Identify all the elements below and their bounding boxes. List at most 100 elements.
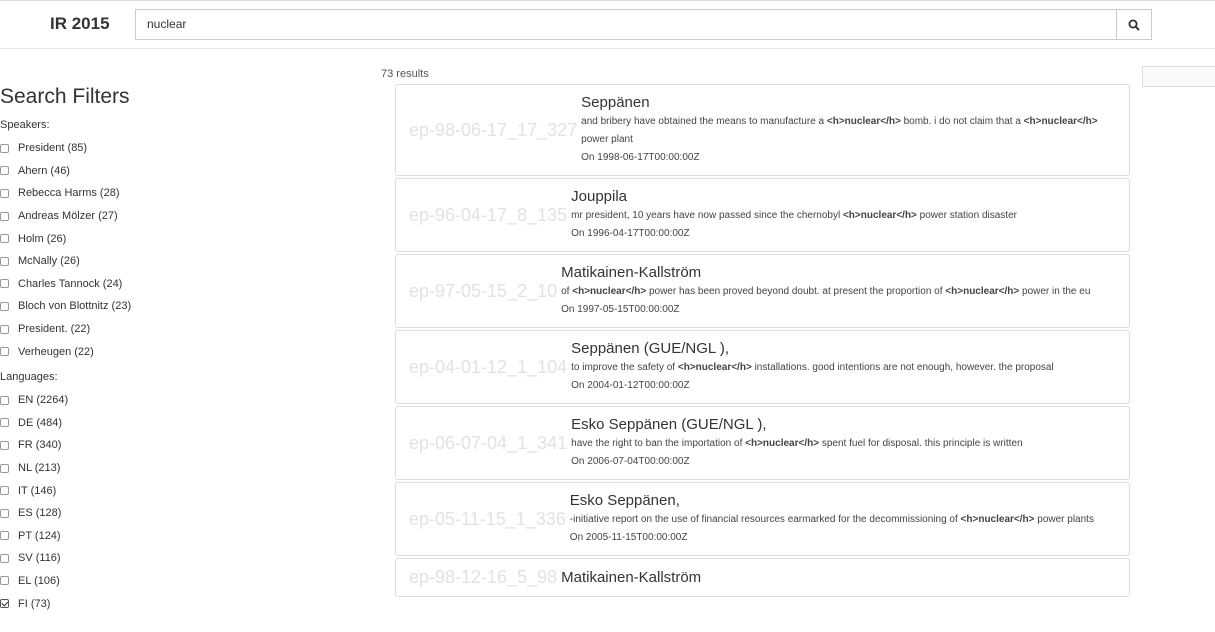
language-filter-label: SV (116) (18, 552, 61, 565)
language-checkbox[interactable] (0, 440, 9, 450)
language-filter-item[interactable]: ES (128) (0, 502, 250, 525)
result-date: On 2006-07-04T00:00:00Z (571, 456, 690, 467)
speaker-checkbox[interactable] (0, 143, 9, 153)
result-card[interactable]: ep-97-05-15_2_10 Matikainen-Kallström of <… (395, 254, 1130, 328)
result-date: On 1997-05-15T00:00:00Z (561, 304, 680, 315)
speaker-filter-label: President (85) (18, 142, 88, 155)
result-body: Jouppila mr president, 10 years have now … (571, 187, 1017, 243)
speaker-checkbox[interactable] (0, 279, 9, 289)
speakers-filter-list: President (85) Ahern (46) Rebecca Harms (2… (0, 137, 250, 363)
result-snippet: have the right to ban the importation of… (571, 438, 1023, 449)
language-checkbox[interactable] (0, 553, 9, 563)
language-filter-item[interactable]: NL (213) (0, 457, 250, 480)
language-filter-label: IT (146) (18, 484, 57, 497)
speaker-filter-item[interactable]: Andreas Mölzer (27) (0, 205, 250, 228)
result-card[interactable]: ep-96-04-17_8_135 Jouppila mr president, 1… (395, 178, 1130, 252)
result-body: Seppänen (GUE/NGL ), to improve the safet… (571, 339, 1054, 395)
speaker-filter-label: Rebecca Harms (28) (18, 187, 120, 200)
search-input[interactable]: nuclear (135, 9, 1117, 40)
result-body: Matikainen-Kallström (561, 568, 701, 588)
result-doc-id: ep-05-11-15_1_336 (409, 508, 566, 529)
result-card[interactable]: ep-06-07-04_1_341 Esko Seppänen (GUE/NGL … (395, 406, 1130, 480)
result-speaker[interactable]: Seppänen (581, 93, 1119, 113)
languages-filter-list: EN (2264) DE (484) FR (340) NL (213) IT (146… (0, 389, 250, 615)
language-filter-item[interactable]: PT (124) (0, 525, 250, 548)
result-card[interactable]: ep-98-06-17_17_327 Seppänen and bribery ha… (395, 84, 1130, 176)
speaker-filter-item[interactable]: McNally (26) (0, 250, 250, 273)
result-card[interactable]: ep-05-11-15_1_336 Esko Seppänen, -initiati… (395, 482, 1130, 556)
result-doc-id: ep-98-12-16_5_98 (409, 567, 558, 587)
speaker-filter-label: President. (22) (18, 323, 91, 336)
language-checkbox[interactable] (0, 576, 9, 586)
result-body: Esko Seppänen (GUE/NGL ), have the right … (571, 415, 1022, 471)
speaker-checkbox[interactable] (0, 211, 9, 221)
search-button[interactable] (1116, 9, 1152, 40)
language-checkbox[interactable] (0, 463, 9, 473)
language-filter-item[interactable]: EN (2264) (0, 389, 250, 412)
result-doc-id: ep-04-01-12_1_104 (409, 356, 568, 377)
result-date: On 1998-06-17T00:00:00Z (581, 152, 700, 163)
speaker-checkbox[interactable] (0, 347, 9, 357)
result-body: Seppänen and bribery have obtained the me… (581, 93, 1119, 167)
speaker-filter-item[interactable]: Verheugen (22) (0, 340, 250, 363)
language-filter-item[interactable]: SV (116) (0, 547, 250, 570)
speaker-filter-label: Charles Tannock (24) (18, 277, 123, 290)
result-card[interactable]: ep-04-01-12_1_104 Seppänen (GUE/NGL ), to … (395, 330, 1130, 404)
speaker-filter-label: Bloch von Blottnitz (23) (18, 300, 132, 313)
result-speaker[interactable]: Seppänen (GUE/NGL ), (571, 339, 1054, 359)
result-speaker[interactable]: Matikainen-Kallström (561, 568, 701, 588)
result-snippet: -initiative report on the use of financi… (569, 514, 1094, 525)
speaker-filter-label: McNally (26) (18, 255, 80, 268)
result-doc-id: ep-98-06-17_17_327 (409, 119, 578, 140)
language-filter-item[interactable]: DE (484) (0, 412, 250, 435)
speaker-checkbox[interactable] (0, 301, 9, 311)
speaker-filter-label: Holm (26) (18, 232, 67, 245)
language-filter-item[interactable]: FI (73) (0, 592, 250, 615)
result-snippet: mr president, 10 years have now passed s… (571, 210, 1017, 221)
search-filters-panel: Search Filters Speakers: President (85) A… (0, 82, 250, 615)
result-speaker[interactable]: Jouppila (571, 187, 1017, 207)
speaker-checkbox[interactable] (0, 324, 9, 334)
speaker-filter-item[interactable]: President (85) (0, 137, 250, 160)
speaker-checkbox[interactable] (0, 188, 9, 198)
speaker-filter-item[interactable]: Bloch von Blottnitz (23) (0, 295, 250, 318)
language-filter-item[interactable]: FR (340) (0, 434, 250, 457)
result-doc-id: ep-97-05-15_2_10 (409, 280, 558, 301)
language-filter-item[interactable]: IT (146) (0, 479, 250, 502)
language-filter-label: FI (73) (18, 597, 51, 610)
result-date: On 2004-01-12T00:00:00Z (571, 380, 690, 391)
result-snippet: of <h>nuclear</h> power has been proved … (561, 286, 1091, 297)
result-doc-id: ep-06-07-04_1_341 (409, 432, 568, 453)
language-checkbox[interactable] (0, 599, 9, 609)
speaker-filter-item[interactable]: Holm (26) (0, 227, 250, 250)
language-checkbox[interactable] (0, 395, 9, 405)
speaker-filter-item[interactable]: Charles Tannock (24) (0, 273, 250, 296)
result-speaker[interactable]: Esko Seppänen (GUE/NGL ), (571, 415, 1022, 435)
speaker-checkbox[interactable] (0, 234, 9, 244)
speaker-checkbox[interactable] (0, 256, 9, 266)
language-filter-label: DE (484) (18, 416, 63, 429)
language-filter-label: EL (106) (18, 574, 60, 587)
brand-title[interactable]: IR 2015 (50, 14, 110, 34)
speaker-filter-item[interactable]: Ahern (46) (0, 160, 250, 183)
speaker-filter-item[interactable]: Rebecca Harms (28) (0, 182, 250, 205)
result-doc-id: ep-96-04-17_8_135 (409, 204, 568, 225)
language-checkbox[interactable] (0, 486, 9, 496)
language-filter-label: NL (213) (18, 462, 61, 475)
search-icon (1128, 19, 1140, 31)
result-speaker[interactable]: Esko Seppänen, (570, 491, 1094, 511)
result-body: Matikainen-Kallström of <h>nuclear</h> po… (561, 263, 1090, 319)
language-checkbox[interactable] (0, 531, 9, 541)
language-filter-label: ES (128) (18, 507, 62, 520)
languages-label: Languages: (0, 370, 58, 383)
right-panel-box (1142, 66, 1215, 87)
language-checkbox[interactable] (0, 418, 9, 428)
result-card[interactable]: ep-98-12-16_5_98 Matikainen-Kallström (395, 558, 1130, 597)
result-speaker[interactable]: Matikainen-Kallström (561, 263, 1090, 283)
language-checkbox[interactable] (0, 508, 9, 518)
speaker-filter-item[interactable]: President. (22) (0, 318, 250, 341)
speaker-checkbox[interactable] (0, 166, 9, 176)
language-filter-item[interactable]: EL (106) (0, 570, 250, 593)
speaker-filter-label: Verheugen (22) (18, 345, 94, 358)
language-filter-label: EN (2264) (18, 394, 69, 407)
